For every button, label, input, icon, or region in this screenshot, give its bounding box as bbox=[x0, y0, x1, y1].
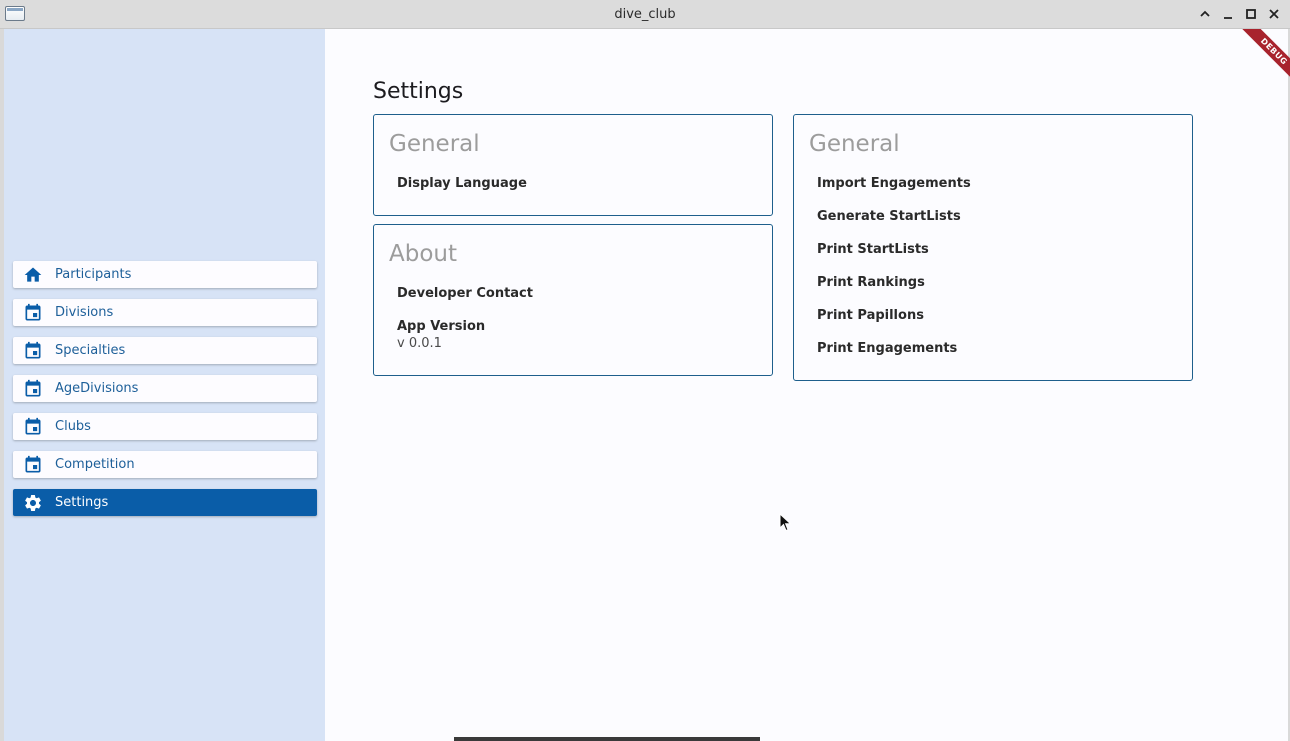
card-title: About bbox=[389, 241, 458, 267]
calendar-icon bbox=[23, 379, 43, 399]
app-version-value: v 0.0.1 bbox=[397, 336, 442, 351]
mouse-cursor-icon bbox=[779, 512, 793, 533]
main-content: Settings General Display Language About … bbox=[325, 29, 1288, 741]
page-title: Settings bbox=[373, 79, 464, 104]
generate-startlists-option[interactable]: Generate StartLists bbox=[817, 209, 961, 224]
print-papillons-option[interactable]: Print Papillons bbox=[817, 308, 924, 323]
minimize-icon[interactable] bbox=[1221, 7, 1235, 21]
sidebar-item-competition[interactable]: Competition bbox=[13, 451, 317, 478]
general-settings-card: General Display Language bbox=[373, 114, 773, 216]
calendar-icon bbox=[23, 303, 43, 323]
sidebar-item-label: Participants bbox=[55, 267, 132, 282]
print-rankings-option[interactable]: Print Rankings bbox=[817, 275, 925, 290]
app-window: dive_club Participants Divisions Special… bbox=[0, 0, 1290, 741]
sidebar-item-clubs[interactable]: Clubs bbox=[13, 413, 317, 440]
sidebar-item-label: Competition bbox=[55, 457, 135, 472]
import-engagements-option[interactable]: Import Engagements bbox=[817, 176, 971, 191]
taskbar-indicator bbox=[454, 737, 760, 741]
close-icon[interactable] bbox=[1267, 7, 1281, 21]
home-icon bbox=[23, 265, 43, 285]
debug-ribbon: DEBUG bbox=[1237, 29, 1290, 88]
sidebar-item-specialties[interactable]: Specialties bbox=[13, 337, 317, 364]
developer-contact-option[interactable]: Developer Contact bbox=[397, 286, 533, 301]
sidebar-item-label: Divisions bbox=[55, 305, 114, 320]
sidebar-item-participants[interactable]: Participants bbox=[13, 261, 317, 288]
display-language-option[interactable]: Display Language bbox=[397, 176, 527, 191]
sidebar-item-settings[interactable]: Settings bbox=[13, 489, 317, 516]
sidebar-item-label: Settings bbox=[55, 495, 109, 510]
gear-icon bbox=[23, 493, 43, 513]
general-actions-card: General Import Engagements Generate Star… bbox=[793, 114, 1193, 381]
sidebar-item-agedivisions[interactable]: AgeDivisions bbox=[13, 375, 317, 402]
sidebar-item-label: AgeDivisions bbox=[55, 381, 139, 396]
about-card: About Developer Contact App Version v 0.… bbox=[373, 224, 773, 376]
print-engagements-option[interactable]: Print Engagements bbox=[817, 341, 957, 356]
maximize-icon[interactable] bbox=[1244, 7, 1258, 21]
debug-banner: DEBUG bbox=[1234, 29, 1290, 89]
title-bar: dive_club bbox=[0, 0, 1290, 29]
sidebar-item-label: Clubs bbox=[55, 419, 91, 434]
window-title: dive_club bbox=[614, 7, 676, 22]
sidebar: Participants Divisions Specialties AgeDi… bbox=[4, 29, 325, 741]
card-title: General bbox=[389, 131, 480, 157]
calendar-icon bbox=[23, 341, 43, 361]
calendar-icon bbox=[23, 417, 43, 437]
calendar-icon bbox=[23, 455, 43, 475]
sidebar-item-label: Specialties bbox=[55, 343, 126, 358]
app-version-label: App Version bbox=[397, 319, 486, 334]
card-title: General bbox=[809, 131, 900, 157]
sidebar-item-divisions[interactable]: Divisions bbox=[13, 299, 317, 326]
print-startlists-option[interactable]: Print StartLists bbox=[817, 242, 929, 257]
chevron-up-icon[interactable] bbox=[1198, 7, 1212, 21]
